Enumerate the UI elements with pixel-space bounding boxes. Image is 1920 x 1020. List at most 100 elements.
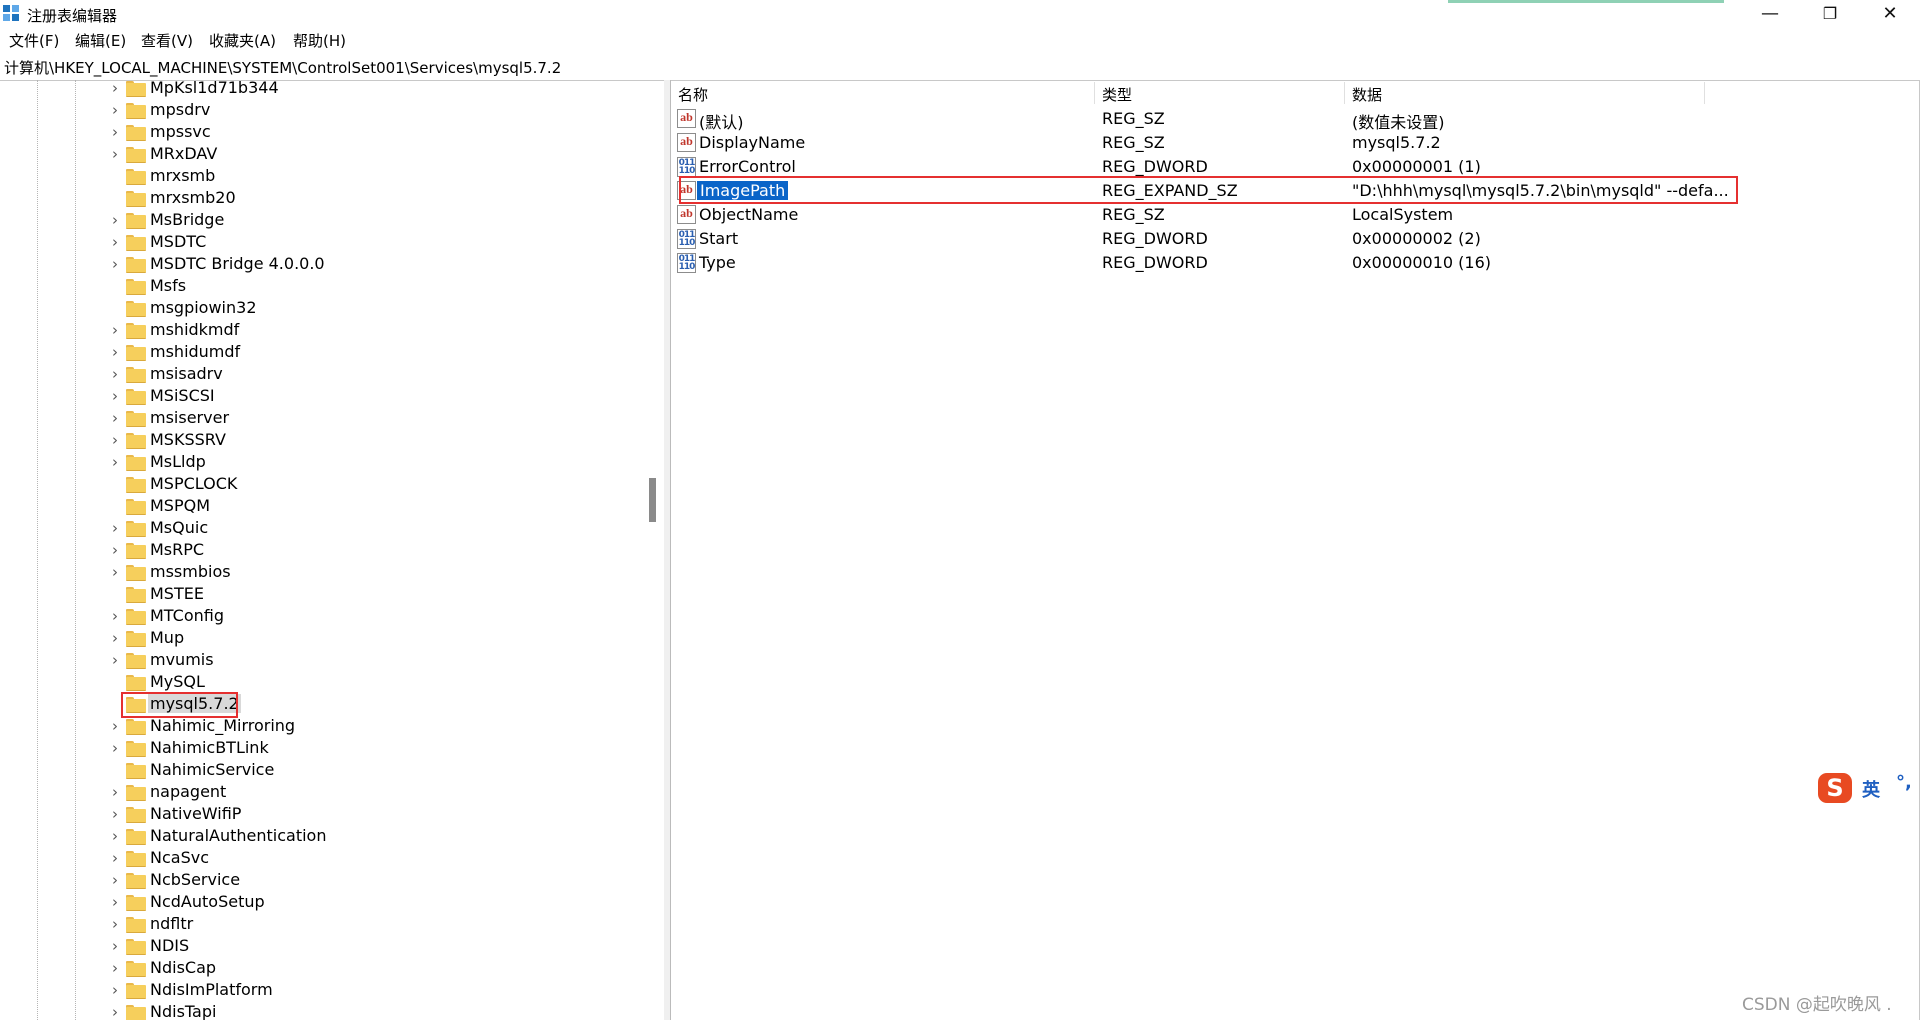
expand-chevron-icon[interactable]: › [108,232,122,252]
tree-item[interactable]: › NDIS [0,935,660,957]
expand-chevron-icon[interactable]: › [108,144,122,164]
key-tree-pane[interactable]: › MpKsl1d71b344 › mpsdrv › mpssvc › MRxDAV mrxsm… [0,80,665,1020]
tree-item[interactable]: › NdisImPlatform [0,979,660,1001]
value-row[interactable]: ab (默认) REG_SZ (数值未设置) [671,106,1920,132]
value-row[interactable]: ab ObjectName REG_SZ LocalSystem [671,202,1920,226]
menu-view[interactable]: 查看(V) [141,30,193,51]
value-row[interactable]: 011 110 ErrorControl REG_DWORD 0x00000001 (1… [671,154,1920,178]
column-header-name[interactable]: 名称 [678,84,708,105]
expand-chevron-icon[interactable]: › [108,320,122,340]
expand-chevron-icon[interactable]: › [108,738,122,758]
expand-chevron-icon[interactable]: › [108,80,122,98]
tree-item[interactable]: mrxsmb [0,165,660,187]
tree-item[interactable]: › MsBridge [0,209,660,231]
tree-item[interactable]: › NdisCap [0,957,660,979]
tree-item[interactable]: › MTConfig [0,605,660,627]
tree-item[interactable]: › MRxDAV [0,143,660,165]
expand-chevron-icon[interactable]: › [108,100,122,120]
expand-chevron-icon[interactable]: › [108,980,122,1000]
tree-item[interactable]: › MSKSSRV [0,429,660,451]
tree-item[interactable]: › NcdAutoSetup [0,891,660,913]
tree-item[interactable]: › NaturalAuthentication [0,825,660,847]
expand-chevron-icon[interactable]: › [108,122,122,142]
tree-item[interactable]: › MSDTC [0,231,660,253]
expand-chevron-icon[interactable]: › [108,716,122,736]
column-separator[interactable] [1704,82,1705,104]
tree-item[interactable]: › MsRPC [0,539,660,561]
minimize-button[interactable]: — [1740,0,1800,28]
expand-chevron-icon[interactable]: › [108,848,122,868]
ime-punctuation[interactable]: °, [1896,772,1912,793]
menu-help[interactable]: 帮助(H) [293,30,346,51]
expand-chevron-icon[interactable]: › [108,804,122,824]
tree-item[interactable]: › MsQuic [0,517,660,539]
tree-item[interactable]: NahimicService [0,759,660,781]
column-separator[interactable] [1094,82,1095,104]
expand-chevron-icon[interactable]: › [108,1002,122,1020]
tree-item[interactable]: › NcaSvc [0,847,660,869]
tree-item[interactable]: msgpiowin32 [0,297,660,319]
menu-favorites[interactable]: 收藏夹(A) [209,30,276,51]
tree-item[interactable]: › mpssvc [0,121,660,143]
tree-item-selected[interactable]: mysql5.7.2 [0,692,660,718]
tree-item[interactable]: › Mup [0,627,660,649]
expand-chevron-icon[interactable]: › [108,870,122,890]
column-separator[interactable] [1344,82,1345,104]
ime-language[interactable]: 英 [1862,776,1880,802]
address-path[interactable]: 计算机\HKEY_LOCAL_MACHINE\SYSTEM\ControlSet… [4,57,561,78]
tree-item[interactable]: › msisadrv [0,363,660,385]
column-header-type[interactable]: 类型 [1102,84,1132,105]
expand-chevron-icon[interactable]: › [108,254,122,274]
expand-chevron-icon[interactable]: › [108,914,122,934]
expand-chevron-icon[interactable]: › [108,936,122,956]
tree-item[interactable]: › mssmbios [0,561,660,583]
tree-item[interactable]: MSTEE [0,583,660,605]
menu-edit[interactable]: 编辑(E) [75,30,126,51]
restore-button[interactable]: ❐ [1800,0,1860,28]
tree-item[interactable]: MySQL [0,671,660,693]
value-row-selected[interactable]: ab ImagePath REG_EXPAND_SZ "D:\hhh\mysql\my… [671,176,1920,204]
tree-item[interactable]: MSPQM [0,495,660,517]
expand-chevron-icon[interactable]: › [108,782,122,802]
tree-item[interactable]: › MSiSCSI [0,385,660,407]
expand-chevron-icon[interactable]: › [108,386,122,406]
tree-item[interactable]: › napagent [0,781,660,803]
tree-item[interactable]: › ndfltr [0,913,660,935]
value-row[interactable]: 011 110 Type REG_DWORD 0x00000010 (16) [671,250,1920,274]
tree-item[interactable]: › MSDTC Bridge 4.0.0.0 [0,253,660,275]
value-row[interactable]: 011 110 Start REG_DWORD 0x00000002 (2) [671,226,1920,250]
tree-item[interactable]: MSPCLOCK [0,473,660,495]
address-bar[interactable]: 计算机\HKEY_LOCAL_MACHINE\SYSTEM\ControlSet… [0,54,1920,81]
expand-chevron-icon[interactable]: › [108,958,122,978]
tree-item[interactable]: › MsLldp [0,451,660,473]
ime-indicator[interactable]: S 英 °, [1818,770,1920,806]
expand-chevron-icon[interactable]: › [108,430,122,450]
expand-chevron-icon[interactable]: › [108,408,122,428]
menu-file[interactable]: 文件(F) [9,30,59,51]
expand-chevron-icon[interactable]: › [108,826,122,846]
expand-chevron-icon[interactable]: › [108,452,122,472]
expand-chevron-icon[interactable]: › [108,892,122,912]
expand-chevron-icon[interactable]: › [108,364,122,384]
expand-chevron-icon[interactable]: › [108,518,122,538]
tree-item[interactable]: › mshidumdf [0,341,660,363]
tree-item[interactable]: Msfs [0,275,660,297]
tree-item[interactable]: › Nahimic_Mirroring [0,715,660,737]
tree-item[interactable]: › msiserver [0,407,660,429]
expand-chevron-icon[interactable]: › [108,606,122,626]
expand-chevron-icon[interactable]: › [108,210,122,230]
expand-chevron-icon[interactable]: › [108,650,122,670]
tree-item[interactable]: › NativeWifiP [0,803,660,825]
tree-item[interactable]: › MpKsl1d71b344 [0,80,660,99]
tree-item[interactable]: › mpsdrv [0,99,660,121]
expand-chevron-icon[interactable]: › [108,628,122,648]
tree-item[interactable]: mrxsmb20 [0,187,660,209]
values-list-pane[interactable]: 名称 类型 数据 ab (默认) REG_SZ (数值未设置) ab DisplayNam… [670,80,1920,1020]
expand-chevron-icon[interactable]: › [108,562,122,582]
tree-item[interactable]: › mshidkmdf [0,319,660,341]
tree-item[interactable]: › NdisTapi [0,1001,660,1020]
expand-chevron-icon[interactable]: › [108,342,122,362]
close-button[interactable]: ✕ [1860,0,1920,28]
value-row[interactable]: ab DisplayName REG_SZ mysql5.7.2 [671,130,1920,154]
tree-item[interactable]: › NahimicBTLink [0,737,660,759]
